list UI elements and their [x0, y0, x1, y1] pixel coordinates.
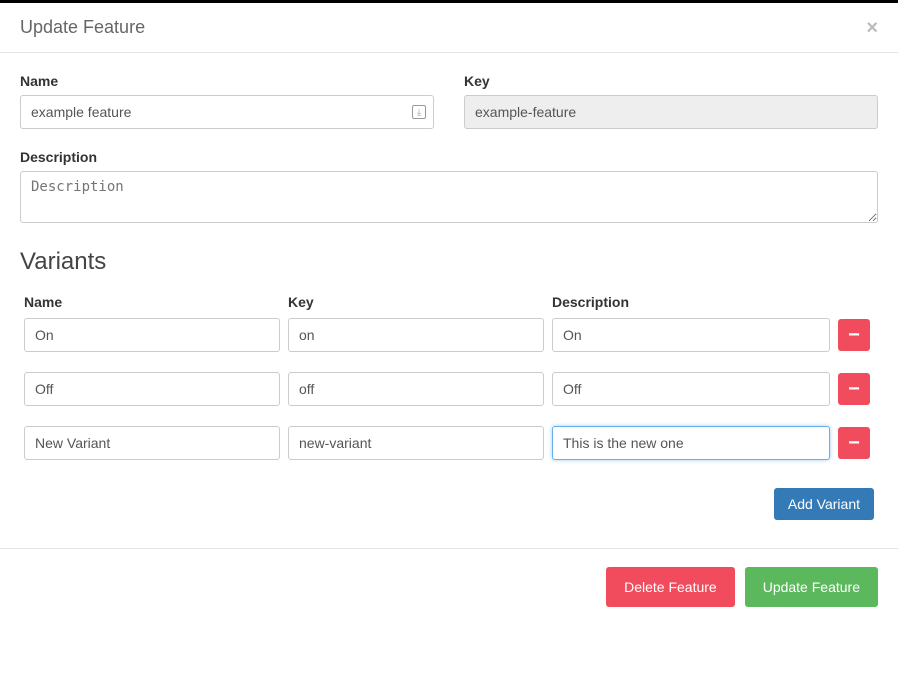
key-label: Key — [464, 73, 878, 89]
variants-col-key: Key — [288, 294, 544, 310]
close-icon[interactable]: × — [866, 18, 878, 38]
key-input — [464, 95, 878, 129]
description-field-group: Description — [20, 149, 878, 228]
name-label: Name — [20, 73, 434, 89]
variant-description-input[interactable] — [552, 426, 830, 460]
variants-table: Name Key Description − − − — [20, 294, 878, 460]
variants-col-description: Description — [552, 294, 830, 310]
variant-key-input[interactable] — [288, 372, 544, 406]
minus-icon: − — [848, 379, 860, 399]
name-field-group: Name — [20, 73, 434, 129]
variants-body: − − − — [24, 318, 874, 460]
variant-key-input[interactable] — [288, 426, 544, 460]
autofill-icon[interactable] — [412, 105, 426, 119]
variants-heading: Variants — [20, 248, 878, 276]
update-feature-modal: Update Feature × Name Key Description Va… — [0, 3, 898, 625]
modal-title: Update Feature — [20, 17, 145, 38]
name-key-row: Name Key — [20, 73, 878, 129]
variants-col-action — [838, 294, 870, 310]
description-label: Description — [20, 149, 878, 165]
description-textarea[interactable] — [20, 171, 878, 223]
modal-footer: Delete Feature Update Feature — [0, 548, 898, 625]
remove-variant-button[interactable]: − — [838, 373, 870, 405]
remove-variant-button[interactable]: − — [838, 427, 870, 459]
name-input-wrapper — [20, 95, 434, 129]
minus-icon: − — [848, 325, 860, 345]
variant-description-input[interactable] — [552, 372, 830, 406]
variant-name-input[interactable] — [24, 318, 280, 352]
delete-feature-button[interactable]: Delete Feature — [606, 567, 735, 607]
modal-body: Name Key Description Variants Name Key D… — [0, 53, 898, 528]
remove-variant-button[interactable]: − — [838, 319, 870, 351]
variant-description-input[interactable] — [552, 318, 830, 352]
add-variant-button[interactable]: Add Variant — [774, 488, 874, 520]
key-field-group: Key — [464, 73, 878, 129]
variant-name-input[interactable] — [24, 426, 280, 460]
variants-header-row: Name Key Description — [24, 294, 874, 310]
name-input[interactable] — [20, 95, 434, 129]
table-row: − — [24, 318, 874, 352]
variant-key-input[interactable] — [288, 318, 544, 352]
modal-header: Update Feature × — [0, 3, 898, 53]
table-row: − — [24, 426, 874, 460]
table-row: − — [24, 372, 874, 406]
minus-icon: − — [848, 433, 860, 453]
add-variant-row: Add Variant — [20, 488, 878, 520]
variants-col-name: Name — [24, 294, 280, 310]
variant-name-input[interactable] — [24, 372, 280, 406]
update-feature-button[interactable]: Update Feature — [745, 567, 878, 607]
